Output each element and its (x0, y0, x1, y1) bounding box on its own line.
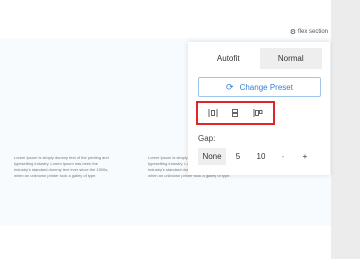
align-center-icon[interactable] (230, 108, 240, 118)
gap-label: Gap: (198, 134, 216, 143)
section-tag[interactable]: ⚙ flex section (290, 28, 328, 36)
gap-5-option[interactable]: 5 (226, 148, 250, 165)
lorem-paragraph-1: Lorem Ipsum is simply dummy text of the … (14, 155, 109, 178)
change-preset-button[interactable]: ⟳ Change Preset (198, 77, 321, 97)
fit-toggle: Autofit Normal (197, 48, 322, 69)
section-tag-label: flex section (297, 29, 328, 35)
gap-none-option[interactable]: None (198, 148, 226, 165)
gap-10-option[interactable]: 10 (250, 148, 272, 165)
gear-icon: ⚙ (289, 29, 296, 36)
refresh-icon: ⟳ (226, 81, 234, 92)
gap-increment-button[interactable]: + (294, 148, 316, 165)
alignment-options (196, 101, 275, 125)
right-gutter (331, 0, 360, 259)
autofit-option[interactable]: Autofit (197, 48, 260, 69)
normal-option[interactable]: Normal (259, 48, 322, 69)
align-start-icon[interactable] (253, 108, 263, 118)
gap-decrement-button[interactable]: - (272, 148, 294, 165)
align-space-around-icon[interactable] (208, 108, 218, 118)
flex-settings-panel: Autofit Normal ⟳ Change Preset Gap: None… (188, 42, 330, 175)
gap-options: None 5 10 - + (198, 148, 316, 165)
change-preset-label: Change Preset (239, 82, 293, 92)
